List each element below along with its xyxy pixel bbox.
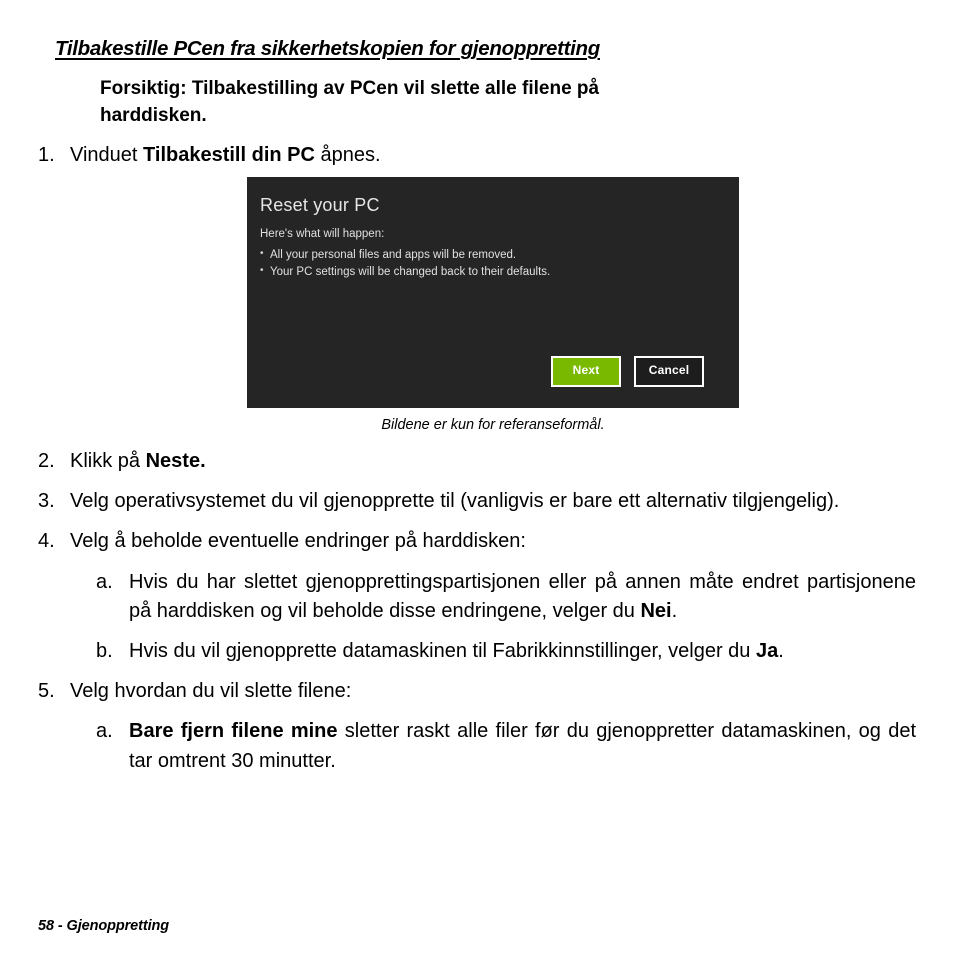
substep-4a-text-before: Hvis du har slettet gjenopprettingsparti… (129, 570, 916, 622)
reset-pc-bullet-list: All your personal files and apps will be… (260, 246, 550, 282)
substep-5a-bold: Bare fjern filene mine (129, 720, 338, 743)
reset-pc-bullet-2: Your PC settings will be changed back to… (260, 263, 550, 281)
substeps-list-group-b: a. Bare fjern filene mine sletter raskt a… (38, 717, 916, 775)
step-2-text-before: Klikk på (70, 450, 146, 473)
reset-pc-subtitle: Here's what will happen: (260, 227, 385, 240)
substep-4b-marker: b. (96, 640, 113, 662)
step-3-text: Velg operativsystemet du vil gjenopprett… (70, 490, 840, 513)
substep-4b: b. Hvis du vil gjenopprette datamaskinen … (96, 637, 916, 666)
substep-4a-text-after: . (671, 599, 678, 622)
reset-pc-bullet-1: All your personal files and apps will be… (260, 246, 550, 264)
substep-4a-bold: Nei (640, 599, 672, 622)
steps-list: 1. Vinduet Tilbakestill din PC åpnes. Res… (38, 141, 916, 557)
caution-text: Tilbakestilling av PCen vil slette alle … (186, 77, 600, 99)
substep-4a-marker: a. (96, 570, 113, 593)
step-5-text: Velg hvordan du vil slette filene: (70, 680, 352, 703)
step-1-text-after: åpnes. (314, 143, 381, 166)
substep-5a-marker: a. (96, 720, 113, 743)
step-3-marker: 3. (38, 490, 55, 513)
page-footer: 58 - Gjenoppretting (38, 918, 170, 934)
next-button[interactable]: Next (551, 356, 621, 387)
step-1-text-before: Vinduet (70, 143, 144, 166)
substep-4a: a. Hvis du har slettet gjenopprettingspar… (96, 568, 916, 626)
step-5-marker: 5. (38, 680, 55, 703)
substep-4b-text-after: . (778, 640, 784, 662)
substep-4b-bold: Ja (755, 640, 779, 662)
steps-list-continued: 5. Velg hvordan du vil slette filene: (38, 677, 916, 706)
caution-text-line2: harddisken. (100, 105, 207, 127)
step-2: 2. Klikk på Neste. (38, 447, 916, 476)
substeps-list-group-a: a. Hvis du har slettet gjenopprettingspar… (38, 568, 916, 667)
substep-5a: a. Bare fjern filene mine sletter raskt a… (96, 717, 916, 775)
step-1: 1. Vinduet Tilbakestill din PC åpnes. Res… (38, 141, 916, 436)
substep-4b-text-before: Hvis du vil gjenopprette datamaskinen ti… (129, 640, 756, 662)
step-5: 5. Velg hvordan du vil slette filene: (38, 677, 916, 706)
step-4: 4. Velg å beholde eventuelle endringer på… (38, 527, 916, 556)
reset-pc-button-row: Next Cancel (551, 356, 704, 387)
step-2-bold: Neste. (145, 450, 206, 473)
document-page: Tilbakestille PCen fra sikkerhetskopien … (0, 0, 954, 954)
step-4-text: Velg å beholde eventuelle endringer på h… (70, 530, 526, 553)
caution-label: Forsiktig: (100, 77, 187, 99)
step-1-marker: 1. (38, 143, 55, 166)
step-2-marker: 2. (38, 450, 55, 473)
cancel-button[interactable]: Cancel (634, 356, 704, 387)
reset-your-pc-screenshot: Reset your PC Here's what will happen: A… (247, 176, 739, 408)
step-1-bold: Tilbakestill din PC (143, 143, 315, 166)
figure-caption: Bildene er kun for referanseformål. (381, 416, 605, 433)
reset-pc-title: Reset your PC (260, 194, 380, 215)
figure: Reset your PC Here's what will happen: A… (70, 176, 916, 436)
caution-paragraph: Forsiktig: Tilbakestilling av PCen vil s… (100, 75, 954, 130)
step-4-marker: 4. (38, 530, 55, 553)
section-heading: Tilbakestille PCen fra sikkerhetskopien … (55, 37, 600, 60)
step-3: 3. Velg operativsystemet du vil gjenoppre… (38, 487, 916, 516)
